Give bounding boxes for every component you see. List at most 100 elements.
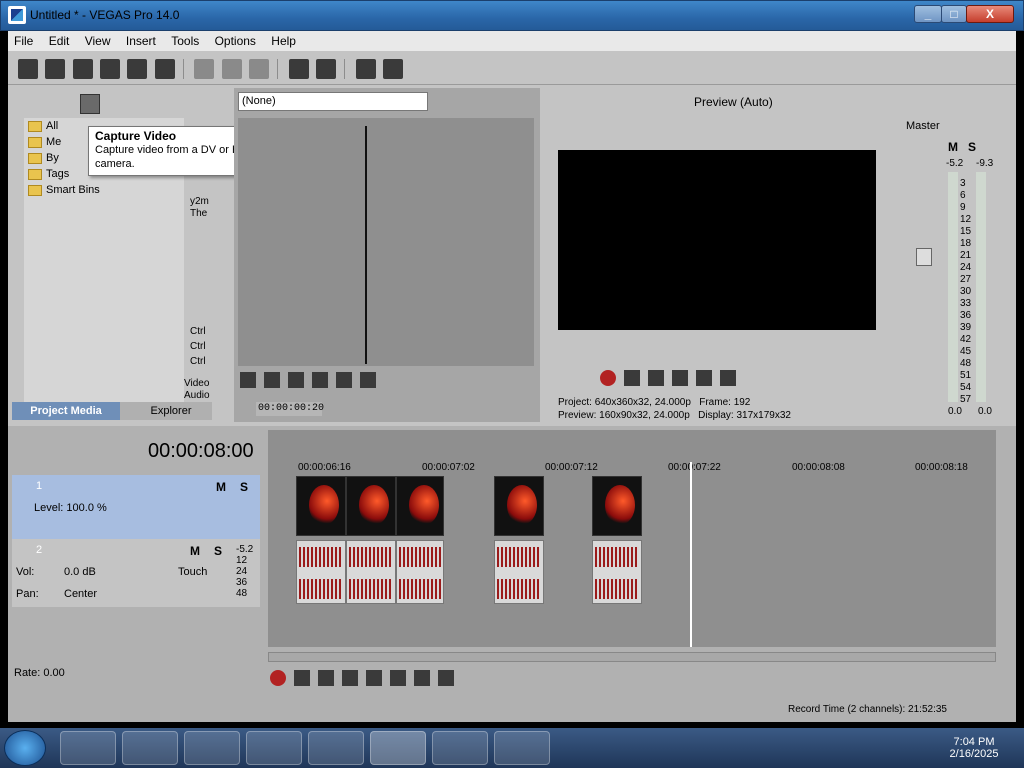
play-icon[interactable] [288,372,304,388]
save-icon[interactable] [72,59,93,79]
help-icon[interactable] [383,59,404,79]
record-icon[interactable] [600,370,616,386]
menu-insert[interactable]: Insert [120,31,162,49]
audio-clip[interactable] [592,540,642,604]
chat-taskbar-icon[interactable] [308,731,364,765]
go-to-end-icon[interactable] [438,670,454,686]
video-clip[interactable] [296,476,346,536]
tree-item-media[interactable]: Me [28,136,61,148]
close-button[interactable]: X [966,5,1014,23]
menu-tools[interactable]: Tools [165,31,205,49]
go-to-start-icon[interactable] [360,372,376,388]
track2-solo-button[interactable]: S [214,544,222,558]
track1-mute-button[interactable]: M [216,480,226,494]
tab-explorer[interactable]: Explorer [130,402,212,420]
menu-options[interactable]: Options [209,31,262,49]
track2-mute-button[interactable]: M [190,544,200,558]
start-button[interactable] [4,730,46,766]
meter-left [948,172,958,402]
timeline-timecode: 00:00:08:00 [148,440,254,462]
waveform [299,579,343,599]
device-taskbar-icon[interactable] [494,731,550,765]
menu-file[interactable]: File [8,31,39,49]
tab-project-media[interactable]: Project Media [12,402,120,420]
clock[interactable]: 7:04 PM 2/16/2025 [948,736,1000,760]
copy-icon[interactable] [221,59,242,79]
loop-icon[interactable] [624,370,640,386]
media-player-taskbar-icon[interactable] [246,731,302,765]
preview-mode-dropdown[interactable]: Preview (Auto) [694,95,773,109]
waveform [595,579,639,599]
paste-icon[interactable] [249,59,270,79]
display-value: 317x179x32 [736,410,791,421]
track1-solo-button[interactable]: S [240,480,248,494]
firefox-taskbar-icon[interactable] [122,731,178,765]
save-as-icon[interactable] [100,59,121,79]
redo-icon[interactable] [316,59,337,79]
tree-item-smart-bins[interactable]: Smart Bins [28,184,100,196]
video-clip[interactable] [396,476,444,536]
waveform [399,547,441,567]
stop-icon[interactable] [390,670,406,686]
play-icon[interactable] [672,370,688,386]
loop-icon[interactable] [240,372,256,388]
render-icon[interactable] [127,59,148,79]
explorer-taskbar-icon[interactable] [184,731,240,765]
play-from-start-icon[interactable] [318,670,334,686]
menu-view[interactable]: View [79,31,117,49]
record-icon[interactable] [270,670,286,686]
media-shortcut-text: Ctrl [190,356,206,367]
play-from-start-icon[interactable] [648,370,664,386]
stop-icon[interactable] [336,372,352,388]
play-from-start-icon[interactable] [264,372,280,388]
timeline-area[interactable] [268,430,996,647]
stop-icon[interactable] [720,370,736,386]
loop-icon[interactable] [294,670,310,686]
video-clip[interactable] [346,476,396,536]
properties-icon[interactable] [355,59,376,79]
internet-explorer-taskbar-icon[interactable] [60,731,116,765]
folder-icon [28,136,42,148]
master-solo-button[interactable]: S [968,140,976,154]
audio-clip[interactable] [494,540,544,604]
video-clip[interactable] [592,476,642,536]
track2-touch-mode[interactable]: Touch [178,566,207,578]
trimmer-media-dropdown[interactable]: (None) [238,92,428,111]
undo-icon[interactable] [288,59,309,79]
trimmer-viewer[interactable] [238,118,534,366]
settings-gear-icon[interactable] [154,59,175,79]
pause-icon[interactable] [696,370,712,386]
playhead[interactable] [690,462,692,647]
go-to-start-icon[interactable] [414,670,430,686]
pause-icon[interactable] [366,670,382,686]
cut-icon[interactable] [194,59,215,79]
capture-video-icon[interactable] [80,94,100,114]
waveform [595,547,639,567]
minimize-button[interactable]: _ [914,5,942,23]
tree-item-by[interactable]: By [28,152,59,164]
folder-icon [28,152,42,164]
new-file-icon[interactable] [18,59,38,79]
play-icon[interactable] [342,670,358,686]
tree-item-tags[interactable]: Tags [28,168,69,180]
menu-help[interactable]: Help [265,31,302,49]
timeline-horizontal-scrollbar[interactable] [268,652,996,662]
media-item-name[interactable]: The [190,208,207,219]
pause-icon[interactable] [312,372,328,388]
network-taskbar-icon[interactable] [432,731,488,765]
video-clip[interactable] [494,476,544,536]
master-volume-slider[interactable] [916,248,932,266]
vegas-taskbar-icon[interactable] [370,731,426,765]
audio-clip[interactable] [296,540,346,604]
audio-clip[interactable] [396,540,444,604]
meter-right [976,172,986,402]
media-item-name[interactable]: y2m [190,196,209,207]
master-mute-button[interactable]: M [948,140,958,154]
tree-item-all[interactable]: All [28,120,58,132]
open-folder-icon[interactable] [45,59,66,79]
maximize-button[interactable]: □ [941,5,967,23]
meter-bottom-right: 0.0 [978,406,992,417]
menu-edit[interactable]: Edit [43,31,76,49]
vegas-app-icon[interactable] [8,6,26,24]
audio-clip[interactable] [346,540,396,604]
